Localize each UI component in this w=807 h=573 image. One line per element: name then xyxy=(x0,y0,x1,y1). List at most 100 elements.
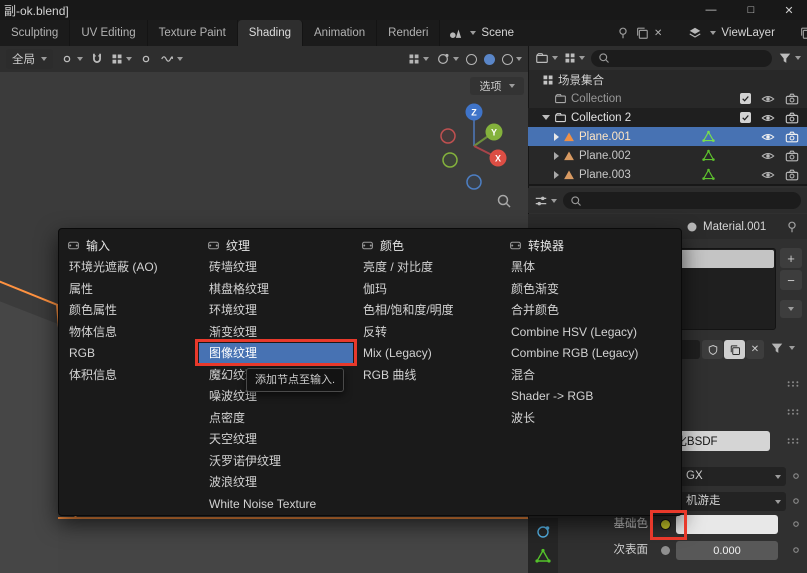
menu-item-image-texture[interactable]: 图像纹理 xyxy=(199,343,353,365)
expand-right-icon[interactable] xyxy=(554,152,559,160)
panel-grip-icon[interactable] xyxy=(786,434,800,448)
outliner-search-input[interactable] xyxy=(591,50,772,67)
menu-item[interactable]: RGB 曲线 xyxy=(353,365,501,387)
collection-checkbox[interactable] xyxy=(740,112,751,123)
menu-item[interactable]: 伽玛 xyxy=(353,279,501,301)
collection-checkbox[interactable] xyxy=(740,93,751,104)
axis-neg-x-ball[interactable] xyxy=(441,129,455,143)
menu-item[interactable]: 混合 xyxy=(501,365,683,387)
menu-item[interactable]: 颜色属性 xyxy=(59,300,199,322)
panel-grip-icon[interactable] xyxy=(786,405,800,419)
object-data-tab-icon[interactable] xyxy=(535,548,551,564)
eye-icon[interactable] xyxy=(761,130,775,144)
decorator-dot-icon[interactable] xyxy=(790,544,802,556)
breadcrumb-material-name[interactable]: Material.001 xyxy=(703,221,766,233)
overlays-dropdown[interactable] xyxy=(408,53,429,65)
menu-item[interactable]: 沃罗诺伊纹理 xyxy=(199,451,353,473)
transform-orientation-dropdown[interactable]: 全局 xyxy=(6,49,53,69)
snap-toggle[interactable] xyxy=(90,52,104,66)
properties-search-input[interactable] xyxy=(563,192,801,209)
slot-specials-button[interactable] xyxy=(780,300,802,318)
menu-item[interactable]: 颜色渐变 xyxy=(501,279,683,301)
tab-shading[interactable]: Shading xyxy=(238,20,303,46)
expand-right-icon[interactable] xyxy=(554,171,559,179)
close-button[interactable]: ✕ xyxy=(771,0,807,20)
axis-neg-z-ball[interactable] xyxy=(467,175,481,189)
menu-item[interactable]: 合并颜色 xyxy=(501,300,683,322)
tab-uv-editing[interactable]: UV Editing xyxy=(70,20,147,46)
menu-item[interactable]: Combine HSV (Legacy) xyxy=(501,322,683,344)
camera-icon[interactable] xyxy=(785,168,799,182)
outliner-row-collection-2[interactable]: Collection 2 xyxy=(528,108,807,127)
shading-material-preview-icon[interactable] xyxy=(484,54,495,65)
navigation-gizmo[interactable]: Z Y X xyxy=(436,96,512,190)
copy-icon[interactable] xyxy=(799,26,807,40)
eye-icon[interactable] xyxy=(761,168,775,182)
fake-user-button[interactable] xyxy=(702,340,723,359)
pin-icon[interactable] xyxy=(616,26,630,40)
eye-icon[interactable] xyxy=(761,111,775,125)
proportional-editing-toggle[interactable] xyxy=(139,52,153,66)
physics-tab-icon[interactable] xyxy=(535,524,551,540)
outliner-row-collection[interactable]: Collection xyxy=(528,89,807,108)
eye-icon[interactable] xyxy=(761,149,775,163)
menu-item[interactable]: 天空纹理 xyxy=(199,429,353,451)
copy-icon[interactable] xyxy=(635,26,649,40)
shading-rendered-dropdown[interactable] xyxy=(502,54,522,65)
snap-target-dropdown[interactable] xyxy=(111,53,132,65)
menu-item[interactable]: 波浪纹理 xyxy=(199,472,353,494)
outliner-mode-dropdown[interactable] xyxy=(564,52,585,64)
menu-item[interactable]: 色相/饱和度/明度 xyxy=(353,300,501,322)
outliner-display-mode-dropdown[interactable] xyxy=(535,51,558,65)
falloff-dropdown[interactable] xyxy=(160,52,183,66)
menu-item[interactable]: 环境纹理 xyxy=(199,300,353,322)
outliner-filter-dropdown[interactable] xyxy=(778,51,801,65)
menu-item[interactable]: White Noise Texture xyxy=(199,494,353,516)
eye-icon[interactable] xyxy=(761,92,775,106)
viewport-zoom-icon[interactable] xyxy=(496,193,512,209)
options-button[interactable]: 选项 xyxy=(470,77,524,95)
menu-item[interactable]: 亮度 / 对比度 xyxy=(353,257,501,279)
menu-item[interactable]: Mix (Legacy) xyxy=(353,343,501,365)
base-color-node-socket-button[interactable] xyxy=(660,519,671,530)
outliner-row-plane-002[interactable]: Plane.002 xyxy=(528,146,807,165)
camera-icon[interactable] xyxy=(785,92,799,106)
new-material-button[interactable] xyxy=(724,340,745,359)
menu-item[interactable]: Combine RGB (Legacy) xyxy=(501,343,683,365)
camera-icon[interactable] xyxy=(785,149,799,163)
menu-item[interactable]: 属性 xyxy=(59,279,199,301)
outliner-row-scene-collection[interactable]: 场景集合 xyxy=(528,70,807,89)
menu-item[interactable]: 点密度 xyxy=(199,408,353,430)
add-slot-button[interactable]: + xyxy=(780,248,802,268)
subsurface-node-socket-button[interactable] xyxy=(661,546,670,555)
tab-render[interactable]: Renderi xyxy=(377,20,440,46)
tab-sculpting[interactable]: Sculpting xyxy=(0,20,70,46)
tab-texture-paint[interactable]: Texture Paint xyxy=(148,20,238,46)
menu-item[interactable]: 波长 xyxy=(501,408,683,430)
menu-item[interactable]: 体积信息 xyxy=(59,365,199,387)
decorator-dot-icon[interactable] xyxy=(790,495,802,507)
menu-item[interactable]: 砖墙纹理 xyxy=(199,257,353,279)
base-color-swatch[interactable] xyxy=(676,515,778,534)
menu-item[interactable]: 物体信息 xyxy=(59,322,199,344)
material-filter-dropdown[interactable] xyxy=(770,341,795,355)
outliner-row-plane-001[interactable]: Plane.001 xyxy=(528,127,807,146)
viewlayer-selector[interactable]: ViewLayer ✕ xyxy=(688,26,807,40)
menu-item[interactable]: Shader -> RGB xyxy=(501,386,683,408)
gizmos-dropdown[interactable] xyxy=(436,52,459,66)
menu-item[interactable]: 反转 xyxy=(353,322,501,344)
panel-grip-icon[interactable] xyxy=(786,377,800,391)
shading-wireframe-icon[interactable] xyxy=(466,54,477,65)
pin-icon[interactable] xyxy=(785,220,799,234)
decorator-dot-icon[interactable] xyxy=(790,518,802,530)
expand-down-icon[interactable] xyxy=(542,115,550,120)
editor-type-dropdown[interactable] xyxy=(534,194,557,208)
pivot-point-dropdown[interactable] xyxy=(60,52,83,66)
axis-neg-y-ball[interactable] xyxy=(443,153,457,167)
menu-item[interactable]: RGB xyxy=(59,343,199,365)
scene-selector[interactable]: Scene ✕ xyxy=(448,26,662,40)
remove-slot-button[interactable]: − xyxy=(780,270,802,290)
camera-icon[interactable] xyxy=(785,111,799,125)
camera-icon[interactable] xyxy=(785,130,799,144)
outliner-row-plane-003[interactable]: Plane.003 xyxy=(528,165,807,184)
